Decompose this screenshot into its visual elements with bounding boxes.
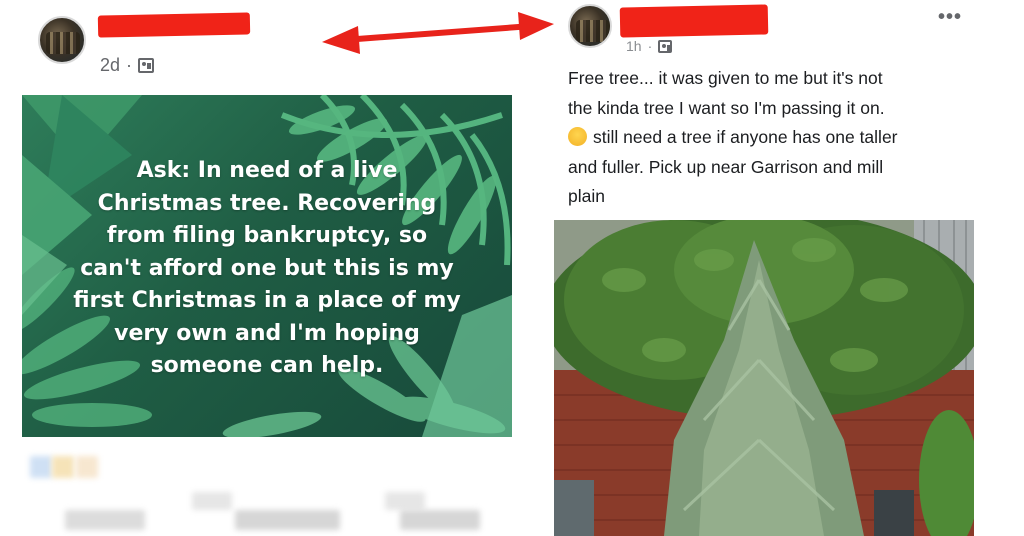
blurred-action[interactable]: [385, 492, 425, 510]
group-icon: [138, 58, 155, 73]
post-line: Free tree... it was given to me but it's…: [568, 68, 883, 88]
tree-photo-image: [554, 220, 974, 536]
ask-line: someone can help.: [150, 353, 384, 378]
ask-line: Christmas tree. Recovering: [97, 190, 437, 216]
ask-post-card[interactable]: Ask: In need of a live Christmas tree. R…: [22, 95, 512, 437]
author-avatar[interactable]: [568, 4, 612, 48]
group-icon: [658, 39, 673, 53]
left-post: 2d · Ask: In need of a live Christmas tr…: [0, 0, 540, 536]
post-meta: 1h ·: [626, 38, 673, 54]
blurred-action[interactable]: [65, 510, 145, 530]
post-line: plain: [568, 186, 605, 206]
blurred-reactions: [52, 456, 74, 478]
post-timestamp[interactable]: 1h: [626, 38, 642, 54]
ask-line: very own and I'm hoping: [114, 320, 420, 346]
post-meta: 2d ·: [100, 55, 155, 76]
blurred-action[interactable]: [235, 510, 340, 530]
ask-post-text: Ask: In need of a live Christmas tree. R…: [52, 155, 482, 383]
blurred-reactions: [30, 456, 52, 478]
post-line-text: still need a tree if anyone has one tall…: [593, 127, 898, 147]
author-avatar[interactable]: [38, 16, 86, 64]
blurred-reactions: [76, 456, 98, 478]
more-options-icon[interactable]: •••: [938, 6, 962, 29]
sad-face-emoji-icon: [568, 127, 587, 146]
right-post: 1h · ••• Free tree... it was given to me…: [540, 0, 1024, 536]
double-arrow-icon: [322, 12, 554, 54]
ask-line: can't afford one but this is my: [80, 255, 454, 281]
post-line: still need a tree if anyone has one tall…: [568, 123, 1008, 153]
meta-separator: ·: [126, 55, 133, 75]
post-line: the kinda tree I want so I'm passing it …: [568, 97, 885, 118]
tree-photo[interactable]: [554, 220, 974, 536]
post-line: and fuller. Pick up near Garrison and mi…: [568, 156, 884, 177]
post-body-text: Free tree... it was given to me but it's…: [568, 64, 1008, 212]
blurred-action[interactable]: [400, 510, 480, 530]
redacted-author-name: [619, 4, 769, 38]
meta-separator: ·: [647, 38, 653, 54]
ask-line: from filing bankruptcy, so: [106, 223, 428, 248]
ask-line: first Christmas in a place of my: [73, 288, 461, 313]
post-timestamp[interactable]: 2d: [100, 55, 120, 76]
blurred-action[interactable]: [192, 492, 232, 510]
ask-line: Ask: In need of a live: [136, 158, 398, 183]
redacted-author-name: [97, 12, 251, 38]
